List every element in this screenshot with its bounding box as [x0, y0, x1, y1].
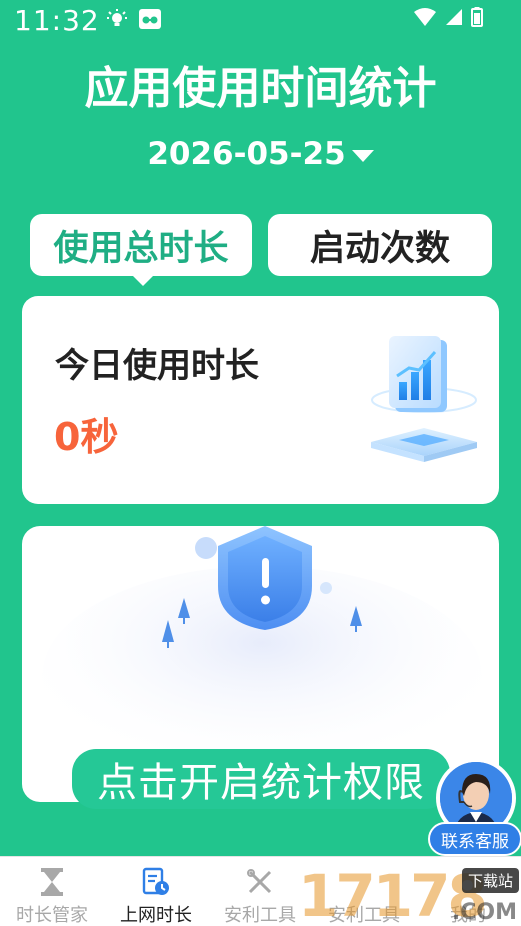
nav-item-tools[interactable]: 安利工具: [208, 867, 312, 926]
nav-label: 我的: [450, 905, 486, 926]
nav-label: 时长管家: [16, 905, 88, 926]
glasses-icon: [138, 8, 162, 34]
nav-label: 安利工具: [224, 905, 296, 926]
bulb-icon: [106, 8, 128, 34]
nav-item-online-time[interactable]: 上网时长: [104, 867, 208, 926]
page-title: 应用使用时间统计: [84, 63, 437, 114]
battery-icon: [471, 7, 483, 31]
tools-icon: [246, 867, 274, 897]
customer-service-label: 联系客服: [428, 822, 521, 856]
tab-launch-count[interactable]: 启动次数: [268, 214, 492, 276]
nav-item-mine[interactable]: 我的: [416, 867, 520, 926]
caret-down-icon: [351, 150, 374, 162]
customer-service-button[interactable]: 联系客服: [428, 758, 521, 858]
today-usage-label: 今日使用时长: [55, 346, 259, 386]
nav-label: 上网时长: [120, 905, 192, 926]
enable-permission-button[interactable]: 点击开启统计权限: [72, 749, 450, 809]
bottom-nav: 时长管家 上网时长 安利工具 安利工具 我的: [0, 856, 521, 926]
nav-item-time-manager[interactable]: 时长管家: [0, 867, 104, 926]
wifi-icon: [413, 7, 437, 31]
chart-illustration-icon: [369, 332, 479, 466]
nav-label: 安利工具: [328, 905, 400, 926]
document-clock-icon: [141, 867, 171, 897]
tab-total-usage[interactable]: 使用总时长: [30, 214, 252, 286]
today-usage-value: 0秒: [54, 415, 119, 459]
date-text: 2026-05-25: [147, 136, 346, 172]
date-picker[interactable]: 2026-05-25: [0, 136, 521, 172]
signal-icon: [445, 8, 463, 30]
hourglass-icon: [39, 867, 65, 897]
today-usage-card: 今日使用时长 0秒: [22, 296, 499, 504]
status-time: 11:32: [14, 4, 100, 37]
nav-item-4[interactable]: 安利工具: [312, 867, 416, 926]
status-bar: 11:32: [0, 0, 521, 44]
